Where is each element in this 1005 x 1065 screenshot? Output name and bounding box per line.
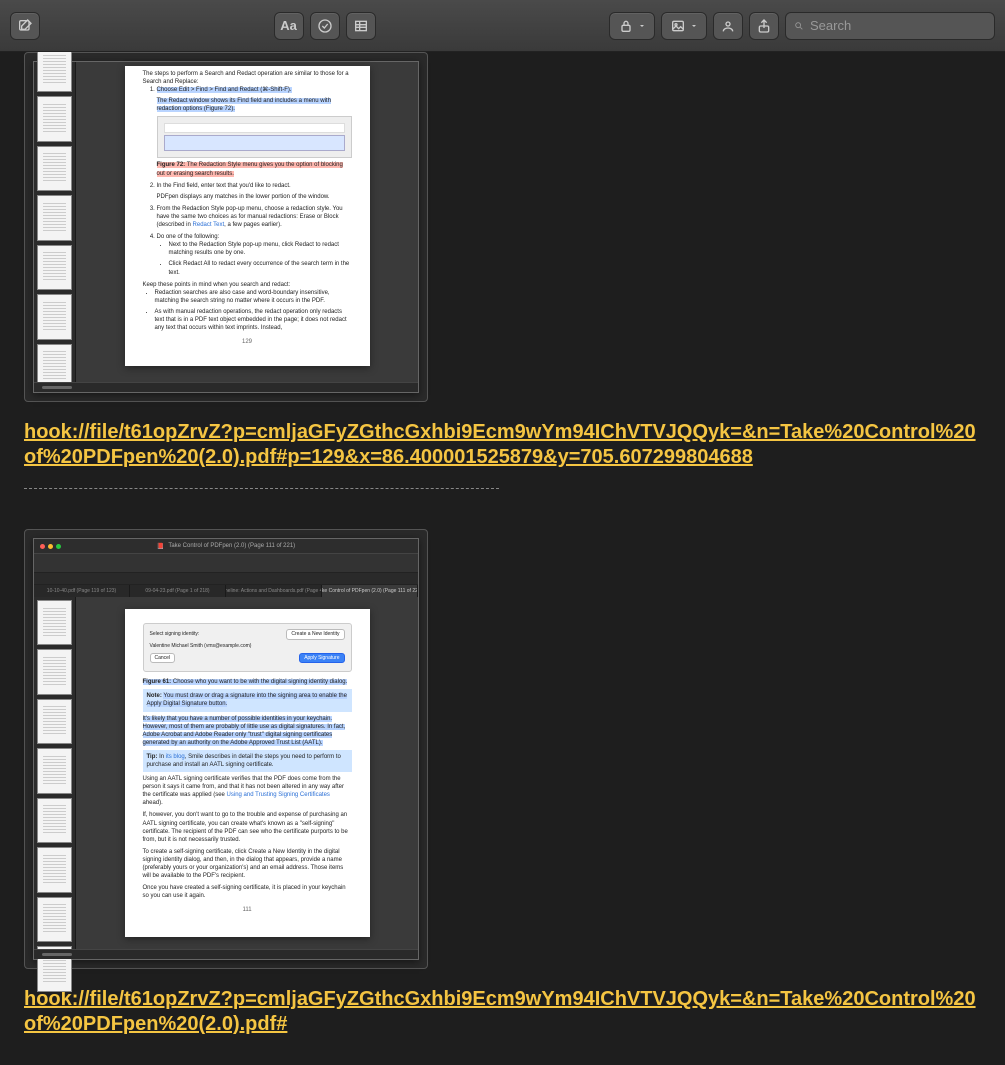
page-link: Redact Text (193, 222, 225, 228)
search-input[interactable] (810, 18, 986, 33)
page-text: , a few pages earlier). (224, 222, 282, 228)
thumbnail[interactable] (37, 96, 72, 141)
page-text: PDFpen displays any matches in the lower… (157, 193, 352, 201)
collab-button[interactable] (713, 12, 743, 40)
page-number: 111 (143, 906, 352, 914)
thumbnail[interactable] (37, 52, 72, 92)
dialog-text: Valentine Michael Smith (vms@example.com… (150, 643, 252, 650)
document-tab[interactable]: Take Control of PDFpen (2.0) (Page 111 o… (322, 585, 418, 597)
document-tab[interactable]: 10-10-40.pdf (Page 119 of 123) (34, 585, 130, 597)
page-text: Do one of the following: (157, 234, 220, 240)
figure-caption: The Redaction Style menu gives you the o… (157, 162, 343, 176)
app-inner-toolbar-2 (34, 573, 418, 585)
thumbnail[interactable] (37, 748, 72, 793)
page-text: Choose Edit > Find > Find and Redact (⌘-… (157, 87, 292, 93)
dialog-button: Cancel (150, 653, 176, 664)
page-text: In (159, 754, 166, 760)
dialog-label: Select signing identity: (150, 631, 200, 638)
pdf-page: Select signing identity: Create a New Ide… (125, 609, 370, 937)
page-text: Keep these points in mind when you searc… (143, 281, 352, 289)
compose-button[interactable] (10, 12, 40, 40)
thumbnail[interactable] (37, 195, 72, 240)
search-icon (794, 19, 804, 33)
page-text: You must draw or drag a signature into t… (147, 693, 347, 707)
window-title: Take Control of PDFpen (2.0) (Page 111 o… (168, 543, 295, 549)
note-label: Note: (147, 693, 162, 699)
thumbnail[interactable] (37, 146, 72, 191)
figure-label: Figure 72: (157, 162, 186, 168)
page-text: To create a self-signing certificate, cl… (143, 848, 352, 880)
zoom-slider[interactable] (34, 382, 418, 392)
thumbnail[interactable] (37, 897, 72, 942)
hook-link-2[interactable]: hook://file/t61opZrvZ?p=cmljaGFyZGthcGxh… (24, 987, 981, 1037)
page-link: Using and Trusting Signing Certificates (227, 792, 330, 798)
app-inner-toolbar (34, 553, 418, 573)
page-text: As with manual redaction operations, the… (155, 308, 352, 332)
app-toolbar: Aa (0, 0, 1005, 52)
figure-image (157, 116, 352, 158)
note-body: The steps to perform a Search and Redact… (0, 52, 1005, 1065)
dialog-button: Apply Signature (299, 653, 344, 664)
font-button[interactable]: Aa (274, 12, 304, 40)
tip-label: Tip: (147, 754, 158, 760)
section-divider (24, 488, 499, 489)
figure-label: Figure 61: (143, 679, 172, 685)
page-text: Once you have created a self-signing cer… (143, 884, 352, 900)
thumbnail[interactable] (37, 294, 72, 339)
page-text: Click Redact All to redact every occurre… (169, 260, 352, 276)
thumbnail-sidebar (34, 597, 76, 949)
window-titlebar: 📕 Take Control of PDFpen (2.0) (Page 111… (34, 539, 418, 553)
image-dropdown[interactable] (661, 12, 707, 40)
page-number: 129 (143, 338, 352, 346)
page-text: The Redact window shows its Find field a… (157, 98, 331, 112)
check-button[interactable] (310, 12, 340, 40)
page-text: The steps to perform a Search and Redact… (143, 70, 352, 86)
page-text: ahead). (143, 800, 163, 806)
page-text: In the Find field, enter text that you'd… (157, 183, 291, 189)
dialog-button: Create a New Identity (286, 629, 344, 640)
page-text: It's likely that you have a number of po… (143, 716, 346, 746)
thumbnail[interactable] (37, 600, 72, 645)
search-field[interactable] (785, 12, 995, 40)
zoom-slider[interactable] (34, 949, 418, 959)
share-button[interactable] (749, 12, 779, 40)
embedded-screenshot-1: The steps to perform a Search and Redact… (24, 52, 428, 402)
thumbnail[interactable] (37, 798, 72, 843)
thumbnail[interactable] (37, 649, 72, 694)
thumbnail[interactable] (37, 245, 72, 290)
pdf-page: The steps to perform a Search and Redact… (125, 66, 370, 366)
document-tab[interactable]: Timeline: Actions and Dashboards.pdf (Pa… (226, 585, 322, 597)
traffic-lights[interactable] (40, 544, 61, 549)
document-tab[interactable]: 09-04-23.pdf (Page 1 of 218) (130, 585, 226, 597)
page-text: Redaction searches are also case and wor… (155, 289, 352, 305)
thumbnail-sidebar (34, 62, 76, 382)
page-text: If, however, you don't want to go to the… (143, 811, 352, 843)
signing-dialog: Select signing identity: Create a New Ide… (143, 623, 352, 672)
thumbnail[interactable] (37, 847, 72, 892)
page-link: its blog (166, 754, 185, 760)
lock-dropdown[interactable] (609, 12, 655, 40)
page-text: Next to the Redaction Style pop-up menu,… (169, 241, 352, 257)
figure-caption: Choose who you want to be with the digit… (173, 679, 347, 685)
embedded-screenshot-2: 📕 Take Control of PDFpen (2.0) (Page 111… (24, 529, 428, 969)
document-tabs: 10-10-40.pdf (Page 119 of 123) 09-04-23.… (34, 585, 418, 597)
thumbnail[interactable] (37, 699, 72, 744)
hook-link-1[interactable]: hook://file/t61opZrvZ?p=cmljaGFyZGthcGxh… (24, 420, 981, 470)
table-button[interactable] (346, 12, 376, 40)
